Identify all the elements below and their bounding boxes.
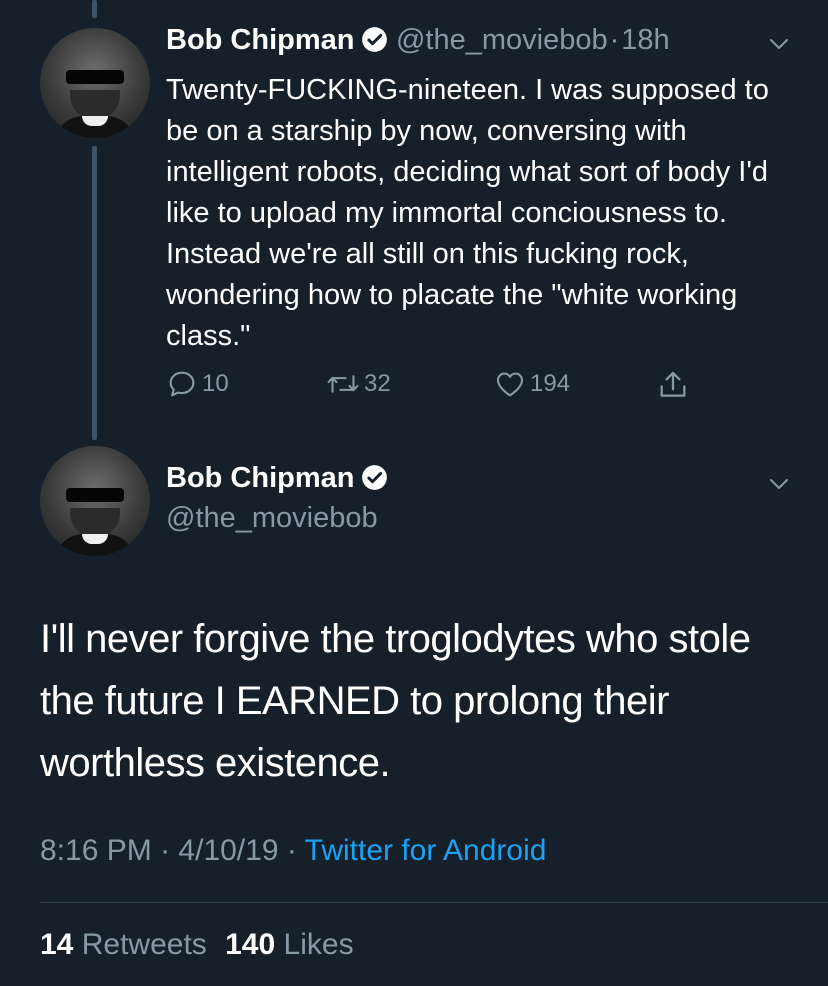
author-handle[interactable]: @the_moviebob [396,24,608,56]
share-button[interactable] [656,368,694,402]
share-icon [660,371,686,397]
tweet-actions: 10 32 194 [166,368,726,402]
avatar[interactable] [40,446,150,556]
tweet-text: I'll never forgive the troglodytes who s… [40,617,751,785]
tweet-time[interactable]: 8:16 PM [40,834,152,867]
divider [40,902,828,903]
retweet-count: 14 [40,928,74,961]
tweet-text: Twenty-FUCKING-nineteen. I was supposed … [166,74,769,352]
author-handle[interactable]: @the_moviebob [166,502,378,535]
thread-line [92,146,97,440]
like-count: 140 [225,928,276,961]
author-name[interactable]: Bob Chipman [166,462,355,494]
tweet-meta: 8:16 PM · 4/10/19 · Twitter for Android [40,834,546,868]
separator: · [160,834,171,867]
verified-badge-icon [361,27,387,52]
retweets-label: Retweets [81,928,207,961]
likes-stat[interactable]: 140 Likes [225,928,353,961]
verified-badge-icon [361,465,387,490]
tweet-time[interactable]: 18h [621,24,669,56]
reply-count: 10 [202,370,229,397]
retweet-count: 32 [364,370,391,397]
heart-icon [496,372,524,397]
tweet-source-link[interactable]: Twitter for Android [305,834,547,867]
avatar[interactable] [40,28,150,138]
tweet2-header: Bob Chipman [166,462,388,495]
tweet-date[interactable]: 4/10/19 [178,834,278,867]
reply-icon [169,371,195,397]
retweets-stat[interactable]: 14 Retweets [40,928,207,961]
retweet-button[interactable]: 32 [326,368,391,400]
chevron-down-icon[interactable] [767,472,791,496]
like-button[interactable]: 194 [494,368,570,400]
author-name[interactable]: Bob Chipman [166,24,355,56]
separator: · [609,24,620,56]
tweet-stats: 14 Retweets 140 Likes [40,928,354,962]
separator: · [286,834,297,867]
likes-label: Likes [283,928,354,961]
thread-line-top [92,0,97,18]
retweet-icon [327,375,359,393]
chevron-down-icon[interactable] [767,32,791,56]
tweet1-header: Bob Chipman @the_moviebob·18h [166,24,670,57]
like-count: 194 [530,370,571,397]
reply-button[interactable]: 10 [166,368,229,400]
